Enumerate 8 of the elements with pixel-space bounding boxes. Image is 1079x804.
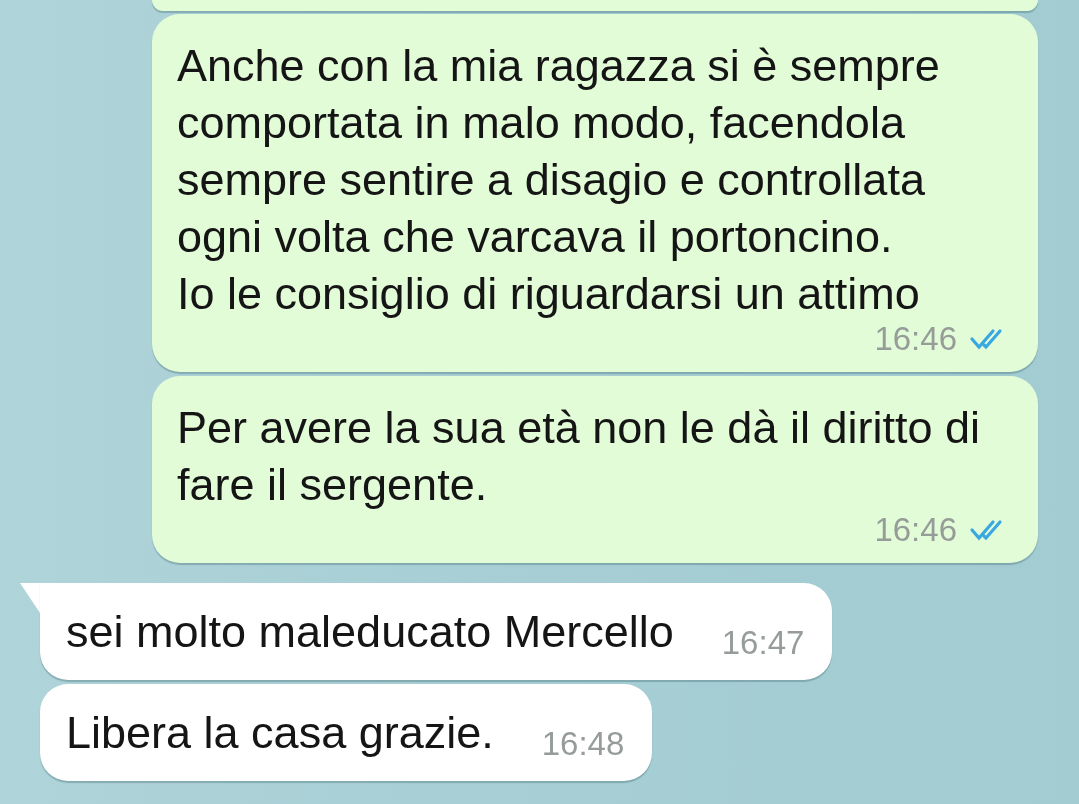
message-time: 16:48 xyxy=(541,727,625,761)
message-text: Per avere la sua età non le dà il diritto di fare il sergente. xyxy=(177,401,981,512)
message-time: 16:46 xyxy=(874,322,957,356)
message-time: 16:47 xyxy=(721,626,805,660)
message-time: 16:46 xyxy=(874,513,957,547)
message-text: Anche con la mia ragazza si è sempre comportata in malo modo, facendola sempre sentire a disagio e controllata ogni volta che varcava il portoncino. Io le consiglio di riguardarsi un attimo xyxy=(177,39,941,321)
message-text: sei molto maleducato Mercello xyxy=(66,605,674,659)
message-text: Libera la casa grazie. xyxy=(66,706,494,760)
